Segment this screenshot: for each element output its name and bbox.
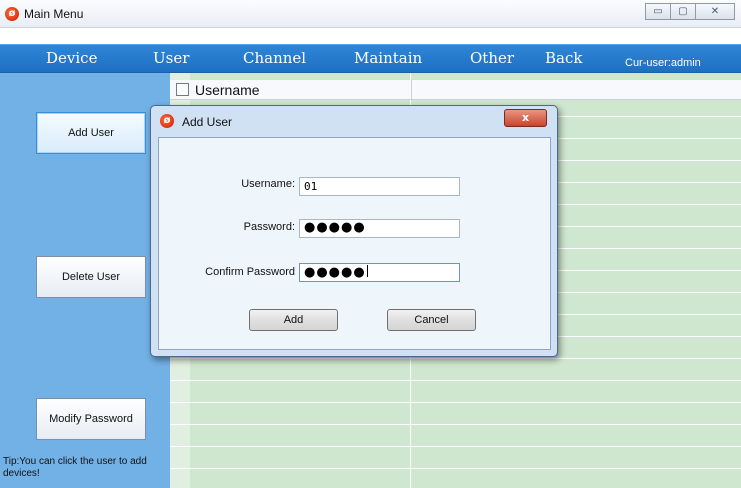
close-window-button[interactable]: ✕ [695, 3, 735, 20]
user-sidebar: Add User Delete User Modify Password Tip… [0, 73, 170, 488]
table-header-filler [411, 80, 741, 100]
window-controls: ▭ ▢ ✕ [645, 3, 735, 20]
username-value: 01 [304, 180, 318, 193]
menu-device[interactable]: Device [46, 49, 97, 67]
menu-back[interactable]: Back [545, 49, 582, 67]
current-user-label: Cur-user:admin [625, 57, 701, 69]
sidebar-tip: Tip:You can click the user to add device… [3, 456, 147, 479]
confirm-password-value: ●●●●● [304, 265, 366, 280]
text-caret [366, 265, 368, 277]
add-user-button[interactable]: Add User [36, 112, 146, 154]
username-input[interactable]: 01 [299, 177, 460, 196]
cancel-button[interactable]: Cancel [387, 309, 476, 331]
delete-user-button[interactable]: Delete User [36, 256, 146, 298]
main-menubar: Device User Channel Maintain Other Back … [0, 44, 741, 73]
add-user-dialog: ø Add User x Username: 01 Password: ●●●●… [150, 105, 558, 357]
username-column-header[interactable]: Username [195, 82, 260, 98]
app-logo-icon: ø [5, 7, 19, 21]
password-input[interactable]: ●●●●● [299, 219, 460, 238]
menu-maintain[interactable]: Maintain [354, 49, 422, 67]
dialog-logo-icon: ø [160, 114, 174, 128]
modify-password-button[interactable]: Modify Password [36, 398, 146, 440]
confirm-password-label: Confirm Password [205, 266, 295, 278]
dialog-title: Add User [182, 115, 233, 129]
password-label: Password: [243, 221, 295, 233]
confirm-password-input[interactable]: ●●●●● [299, 263, 460, 282]
dialog-body: Username: 01 Password: ●●●●● Confirm Pas… [158, 137, 551, 350]
window-titlebar: ø Main Menu ▭ ▢ ✕ [0, 0, 741, 28]
minimize-button[interactable]: ▭ [645, 3, 671, 20]
menu-user[interactable]: User [153, 49, 189, 67]
maximize-button[interactable]: ▢ [670, 3, 696, 20]
menu-channel[interactable]: Channel [243, 49, 306, 67]
add-button[interactable]: Add [249, 309, 338, 331]
username-label: Username: [241, 178, 295, 190]
dialog-close-button[interactable]: x [504, 109, 547, 127]
table-header: Username [170, 80, 411, 100]
select-all-checkbox[interactable] [176, 83, 189, 96]
menu-other[interactable]: Other [470, 49, 514, 67]
window-title: Main Menu [24, 7, 84, 21]
password-value: ●●●●● [304, 220, 366, 235]
